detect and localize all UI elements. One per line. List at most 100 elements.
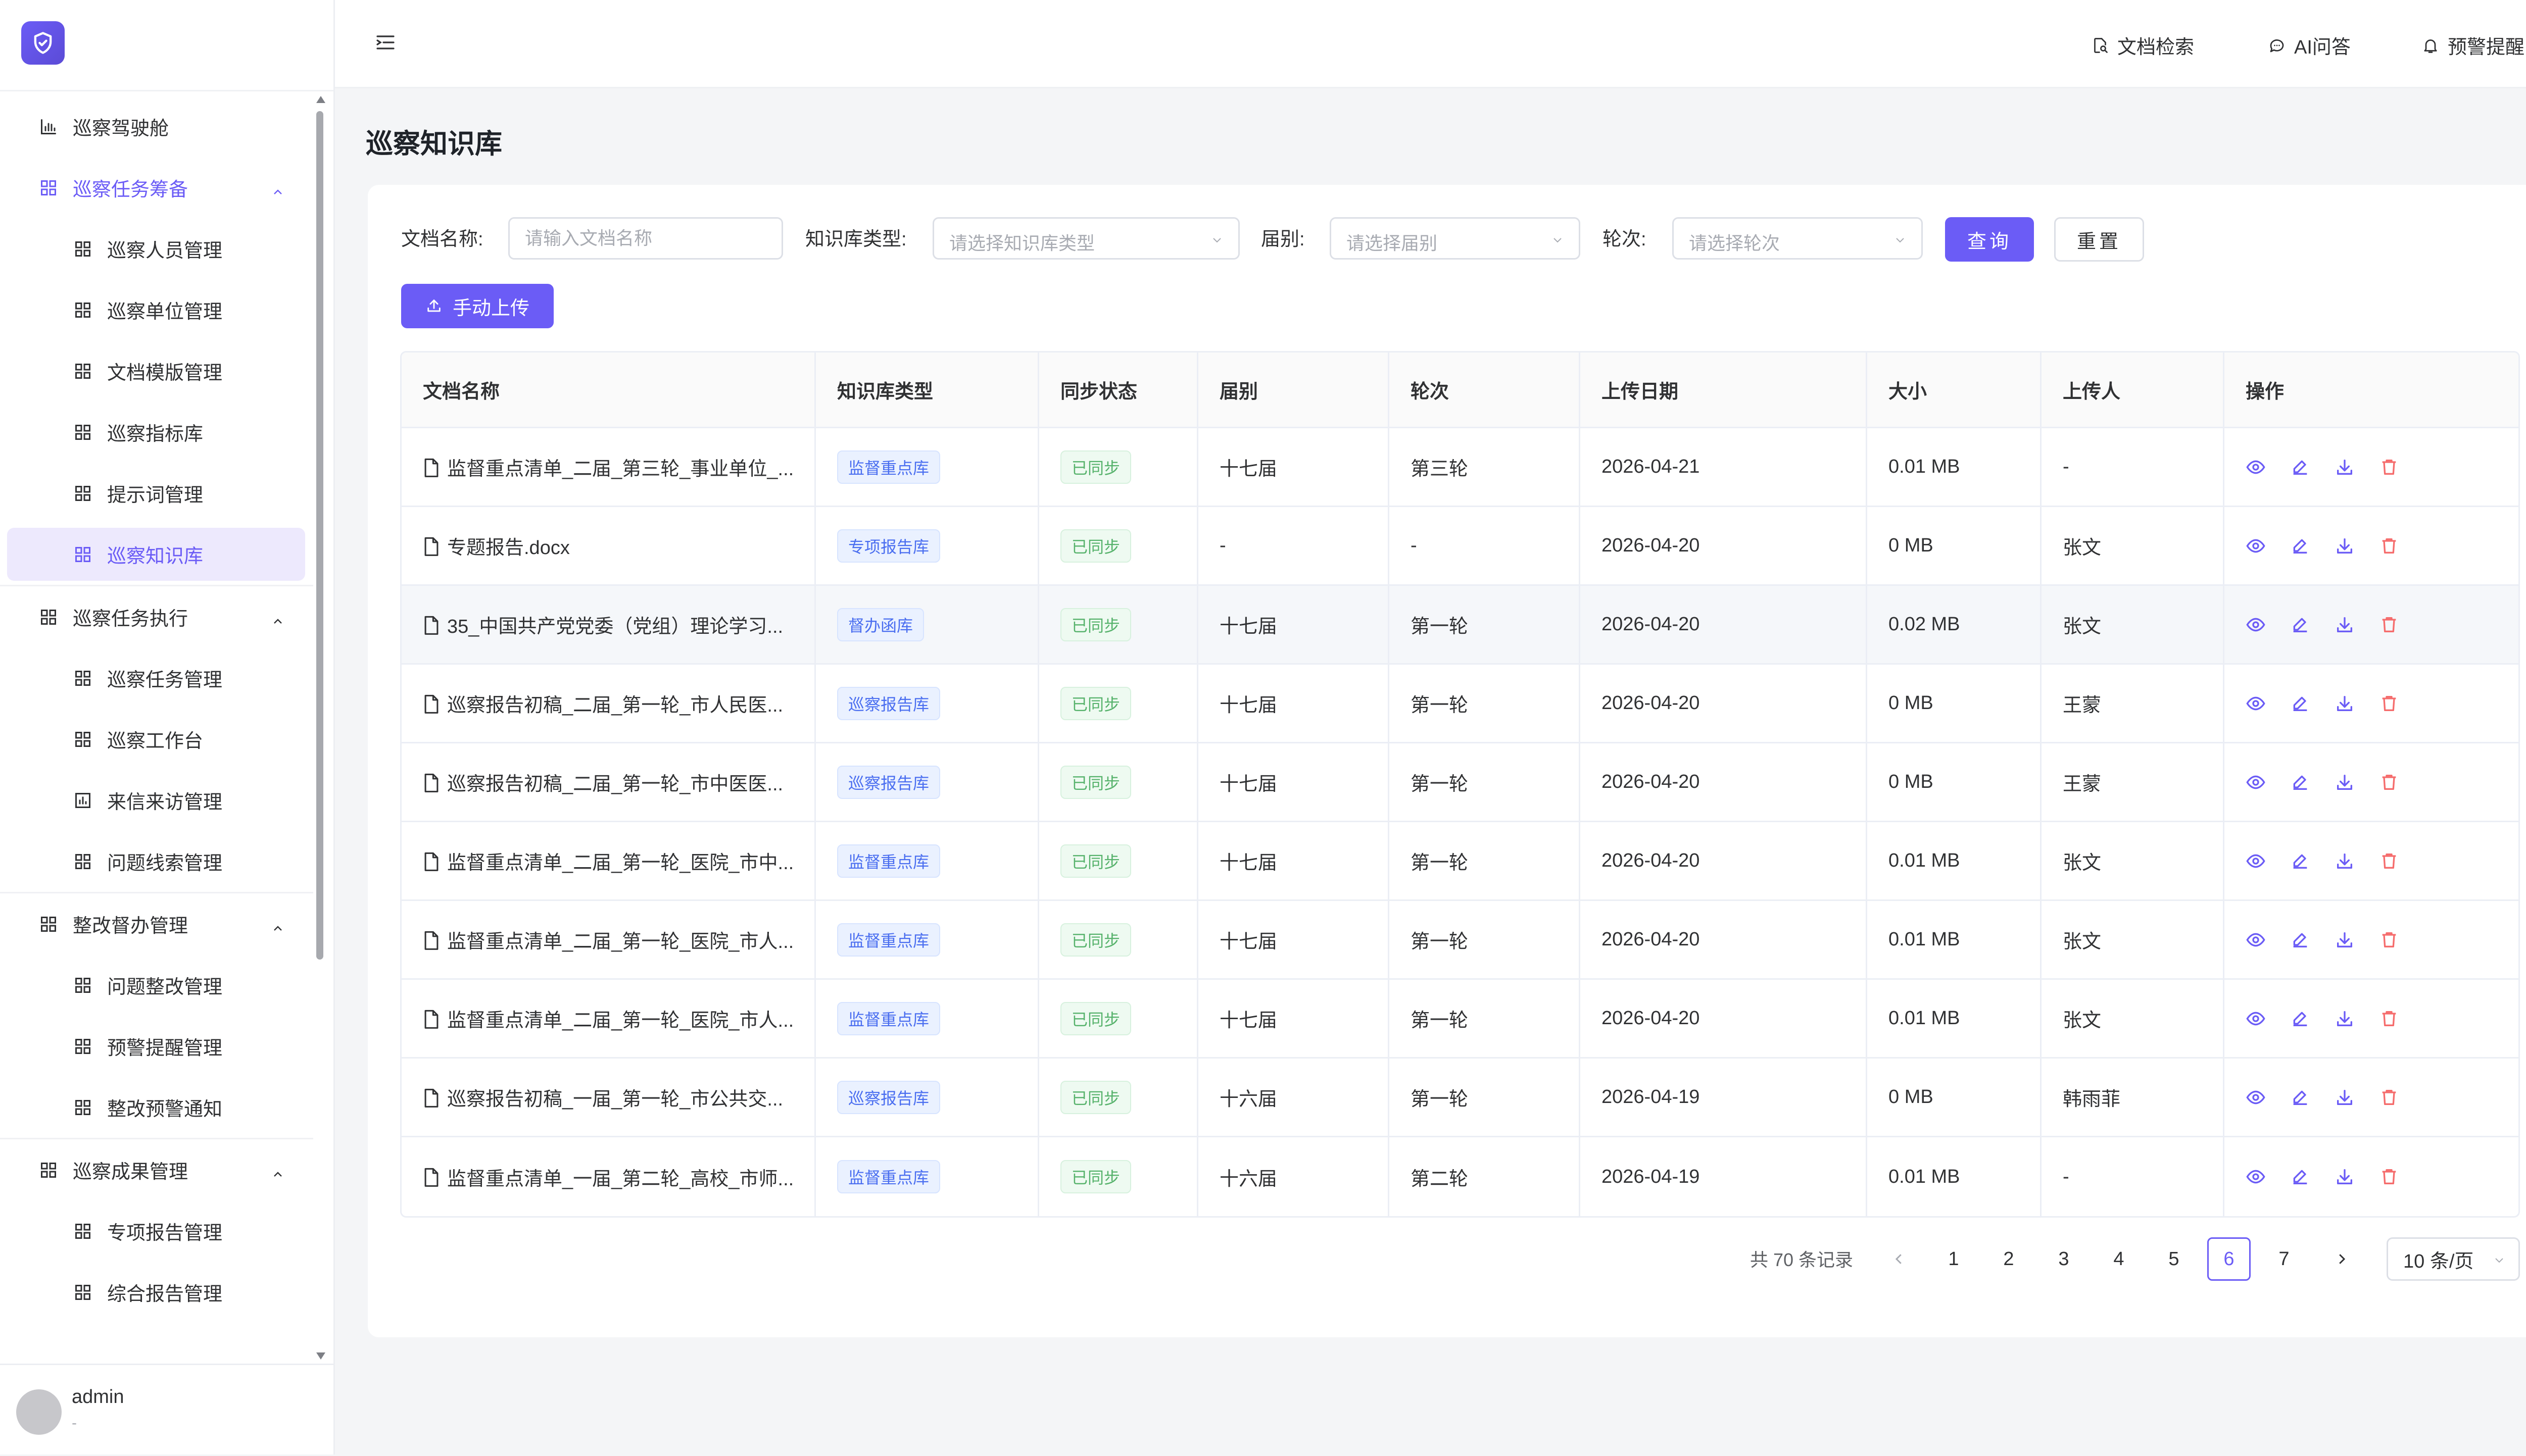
cell-name[interactable]: 巡察报告初稿_二届_第一轮_市中医医... [402, 743, 816, 821]
collapse-menu-icon[interactable] [375, 33, 396, 52]
download-icon[interactable] [2335, 693, 2355, 714]
download-icon[interactable] [2335, 615, 2355, 635]
sidebar-item-0-5[interactable]: 巡察知识库 [0, 524, 313, 585]
cell-name[interactable]: 监督重点清单_二届_第一轮_医院_市人... [402, 901, 816, 978]
view-icon[interactable] [2246, 1167, 2266, 1187]
sidebar-item-2-2[interactable]: 整改预警通知 [0, 1077, 313, 1138]
delete-icon[interactable] [2379, 693, 2399, 714]
view-icon[interactable] [2246, 930, 2266, 950]
reset-button[interactable]: 重置 [2054, 217, 2144, 262]
view-icon[interactable] [2246, 457, 2266, 477]
sidebar-item-1-1[interactable]: 巡察工作台 [0, 709, 313, 770]
table-row[interactable]: 巡察报告初稿_一届_第一轮_市公共交... 巡察报告库 已同步 十六届 第一轮 2026-… [402, 1059, 2518, 1137]
edit-icon[interactable] [2290, 536, 2310, 556]
delete-icon[interactable] [2379, 536, 2399, 556]
view-icon[interactable] [2246, 772, 2266, 792]
kb-type-select[interactable]: 请选择知识库类型 [933, 217, 1240, 260]
app-logo[interactable] [21, 21, 65, 65]
edit-icon[interactable] [2290, 693, 2310, 714]
table-row[interactable]: 巡察报告初稿_二届_第一轮_市人民医... 巡察报告库 已同步 十七届 第一轮 2026-… [402, 665, 2518, 743]
page-6-button[interactable]: 6 [2207, 1237, 2251, 1281]
download-icon[interactable] [2335, 851, 2355, 871]
table-row[interactable]: 35_中国共产党党委（党组）理论学习... 督办函库 已同步 十七届 第一轮 2026-0… [402, 586, 2518, 665]
edit-icon[interactable] [2290, 615, 2310, 635]
edit-icon[interactable] [2290, 772, 2310, 792]
table-row[interactable]: 监督重点清单_一届_第二轮_高校_市师... 监督重点库 已同步 十六届 第二轮 2026… [402, 1137, 2518, 1216]
edit-icon[interactable] [2290, 1167, 2310, 1187]
sidebar-item-2-0[interactable]: 问题整改管理 [0, 955, 313, 1016]
cell-name[interactable]: 巡察报告初稿_二届_第一轮_市人民医... [402, 665, 816, 742]
delete-icon[interactable] [2379, 851, 2399, 871]
edit-icon[interactable] [2290, 1087, 2310, 1108]
delete-icon[interactable] [2379, 930, 2399, 950]
col-header-uploader[interactable]: 上传人 [2042, 353, 2224, 427]
view-icon[interactable] [2246, 536, 2266, 556]
sidebar-item-0-4[interactable]: 提示词管理 [0, 463, 313, 524]
sidebar-group-3[interactable]: 巡察成果管理 [0, 1139, 313, 1200]
manual-upload-button[interactable]: 手动上传 [401, 284, 554, 328]
table-row[interactable]: 专题报告.docx 专项报告库 已同步 - - 2026-04-20 0 MB 张文 [402, 507, 2518, 586]
download-icon[interactable] [2335, 536, 2355, 556]
cell-name[interactable]: 巡察报告初稿_一届_第一轮_市公共交... [402, 1059, 816, 1136]
edit-icon[interactable] [2290, 457, 2310, 477]
delete-icon[interactable] [2379, 772, 2399, 792]
page-size-select[interactable]: 10 条/页 [2387, 1237, 2520, 1281]
user-panel[interactable]: admin - [0, 1364, 333, 1456]
chevron-up-icon[interactable] [272, 1164, 284, 1177]
page-4-button[interactable]: 4 [2097, 1237, 2141, 1281]
cell-name[interactable]: 监督重点清单_二届_第三轮_事业单位_... [402, 428, 816, 506]
col-header-doc-name[interactable]: 文档名称 [402, 353, 816, 427]
page-7-button[interactable]: 7 [2262, 1237, 2306, 1281]
sidebar-group-0[interactable]: 巡察任务筹备 [0, 157, 313, 218]
session-select[interactable]: 请选择届别 [1330, 217, 1580, 260]
sidebar-item-0-1[interactable]: 巡察单位管理 [0, 279, 313, 340]
chevron-up-icon[interactable] [272, 182, 284, 194]
cell-name[interactable]: 监督重点清单_二届_第一轮_医院_市人... [402, 980, 816, 1057]
download-icon[interactable] [2335, 457, 2355, 477]
query-button[interactable]: 查询 [1945, 217, 2034, 262]
doc-name-input[interactable] [510, 219, 782, 258]
col-header-sync-status[interactable]: 同步状态 [1039, 353, 1198, 427]
view-icon[interactable] [2246, 851, 2266, 871]
download-icon[interactable] [2335, 1009, 2355, 1029]
chevron-up-icon[interactable] [272, 918, 284, 931]
page-5-button[interactable]: 5 [2152, 1237, 2196, 1281]
chevron-up-icon[interactable] [272, 611, 284, 624]
delete-icon[interactable] [2379, 457, 2399, 477]
scroll-down-arrow-icon[interactable] [316, 1352, 325, 1360]
sidebar-item-3-0[interactable]: 专项报告管理 [0, 1200, 313, 1262]
prev-page-button[interactable] [1877, 1237, 1921, 1281]
view-icon[interactable] [2246, 1087, 2266, 1108]
sidebar-item-0-3[interactable]: 巡察指标库 [0, 401, 313, 463]
delete-icon[interactable] [2379, 615, 2399, 635]
round-select[interactable]: 请选择轮次 [1672, 217, 1923, 260]
page-1-button[interactable]: 1 [1932, 1237, 1975, 1281]
table-row[interactable]: 巡察报告初稿_二届_第一轮_市中医医... 巡察报告库 已同步 十七届 第一轮 2026-… [402, 743, 2518, 822]
sidebar-item-1-3[interactable]: 问题线索管理 [0, 831, 313, 892]
sidebar-group-1[interactable]: 巡察任务执行 [0, 586, 313, 647]
scrollbar-thumb[interactable] [316, 111, 323, 960]
download-icon[interactable] [2335, 772, 2355, 792]
edit-icon[interactable] [2290, 1009, 2310, 1029]
sidebar-scrollbar[interactable] [314, 94, 325, 1362]
download-icon[interactable] [2335, 1087, 2355, 1108]
view-icon[interactable] [2246, 693, 2266, 714]
cell-name[interactable]: 35_中国共产党党委（党组）理论学习... [402, 586, 816, 663]
sidebar-item-0-2[interactable]: 文档模版管理 [0, 340, 313, 401]
sidebar-group-2[interactable]: 整改督办管理 [0, 893, 313, 955]
table-row[interactable]: 监督重点清单_二届_第一轮_医院_市人... 监督重点库 已同步 十七届 第一轮 2026… [402, 901, 2518, 980]
view-icon[interactable] [2246, 615, 2266, 635]
col-header-round[interactable]: 轮次 [1389, 353, 1580, 427]
warning-alert-button[interactable]: 预警提醒 [2421, 31, 2524, 59]
delete-icon[interactable] [2379, 1009, 2399, 1029]
download-icon[interactable] [2335, 1167, 2355, 1187]
table-row[interactable]: 监督重点清单_二届_第三轮_事业单位_... 监督重点库 已同步 十七届 第三轮 2026… [402, 428, 2518, 507]
delete-icon[interactable] [2379, 1167, 2399, 1187]
scroll-up-arrow-icon[interactable] [316, 96, 325, 103]
edit-icon[interactable] [2290, 930, 2310, 950]
download-icon[interactable] [2335, 930, 2355, 950]
page-3-button[interactable]: 3 [2042, 1237, 2085, 1281]
ai-qa-button[interactable]: AI问答 [2268, 31, 2351, 59]
next-page-button[interactable] [2320, 1237, 2363, 1281]
avatar[interactable] [16, 1389, 62, 1435]
